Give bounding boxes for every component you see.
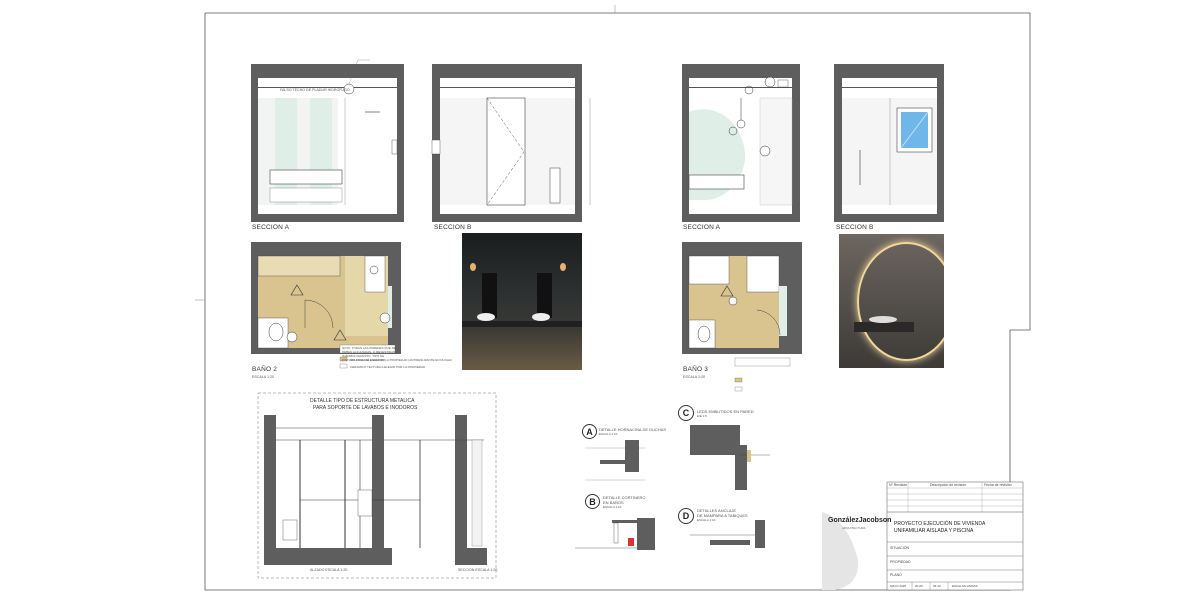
detail-d-drawing bbox=[690, 520, 765, 548]
detail-c-scale: E/E 1:5 bbox=[697, 414, 707, 418]
detail-d-scale: ESCALA 1:10 bbox=[697, 518, 716, 522]
plan2-section-a-title: SECCION A bbox=[683, 224, 721, 231]
metal-structure-detail bbox=[257, 392, 497, 579]
drawing-sheet: SECCION A SECCION B SECCION A SECCION B … bbox=[0, 0, 1200, 600]
plan1-legend-tile: CERAMICO TEXTURA A ELEGIR POR LA PROPIED… bbox=[350, 365, 426, 369]
tb-header-rev: Nº Revisión bbox=[889, 483, 908, 487]
detail-c-drawing bbox=[690, 425, 770, 490]
tb-date: MAYO 2025 bbox=[890, 584, 907, 588]
drawing-canvas bbox=[195, 5, 1031, 591]
plan1-room-title: BAÑO 2 bbox=[252, 366, 278, 373]
plan1-section-a bbox=[251, 59, 404, 222]
photo-bathroom-dark-marble bbox=[462, 233, 582, 370]
plan1-scale: ESCALA 1:20 bbox=[252, 375, 274, 379]
tb-header-date: Fecha de revisión bbox=[984, 483, 1012, 487]
firm-logo-sub: ARQUITECTURA bbox=[842, 526, 866, 530]
detail-c-marker: C bbox=[678, 405, 694, 421]
tb-scale: ESCALAS VARIAS bbox=[952, 584, 978, 588]
detail-d-marker: D bbox=[678, 508, 694, 524]
plan2-section-a bbox=[682, 64, 800, 222]
firm-logo: GonzálezJacobson bbox=[828, 517, 892, 524]
project-title-1: PROYECTO EJECUCIÓN DE VIVIENDA bbox=[894, 521, 986, 527]
plan2-section-b bbox=[834, 64, 944, 222]
metal-detail-title-1: DETALLE TIPO DE ESTRUCTURA METALICA bbox=[310, 398, 415, 404]
tb-code-2: 02-10 bbox=[933, 584, 941, 588]
title-block-frame bbox=[822, 481, 1024, 591]
plan2-scale: ESCALA 1:20 bbox=[683, 375, 705, 379]
plan1-legend-floor: SOLERIA A ELEGIR POR LA PROPIEDAD (ANTID… bbox=[350, 358, 453, 362]
detail-b-drawing bbox=[575, 518, 655, 550]
metal-seccion-label: SECCION ESCALA 1:20 bbox=[458, 568, 498, 572]
metal-alzado-label: ALZADO ESCALA 1:20 bbox=[310, 568, 348, 572]
plan1-section-b bbox=[431, 64, 591, 222]
metal-detail-title-2: PARA SOPORTE DE LAVABOS E INODOROS bbox=[313, 405, 418, 411]
plan2-room-title: BAÑO 3 bbox=[683, 366, 709, 373]
tb-situacion: SITUACIÓN bbox=[890, 546, 910, 550]
plan1-section-a-title: SECCION A bbox=[252, 224, 290, 231]
ceiling-note: FALSO TECHO DE PLADUR HIDROFUGO bbox=[280, 88, 350, 92]
tb-plano: PLANO bbox=[890, 573, 902, 577]
detail-b-marker: B bbox=[585, 494, 600, 509]
tb-code-1: 20-00 bbox=[915, 584, 923, 588]
detail-a-marker: A bbox=[582, 424, 597, 439]
photo-bathroom-round-mirror bbox=[839, 234, 944, 368]
tb-header-desc: Descripción de revisión bbox=[930, 483, 967, 487]
tb-propiedad: PROPIEDAD bbox=[890, 560, 911, 564]
project-title-2: UNIFAMILIAR AISLADA Y PISCINA bbox=[894, 528, 974, 534]
plan1-section-b-title: SECCION B bbox=[434, 224, 472, 231]
detail-a-scale: ESCALA 1:10 bbox=[599, 432, 618, 436]
detail-a-drawing bbox=[585, 440, 645, 481]
detail-b-scale: ESCALA 1:10 bbox=[603, 505, 622, 509]
plan2-section-b-title: SECCION B bbox=[836, 224, 874, 231]
